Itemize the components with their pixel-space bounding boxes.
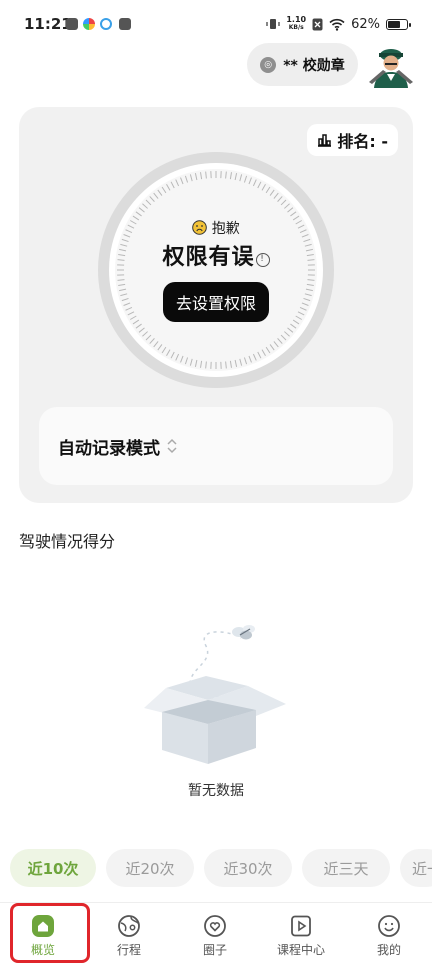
medal-icon: ◎ (260, 56, 277, 73)
chevron-up-down-icon (167, 438, 177, 454)
nav-label: 课程中心 (276, 943, 325, 957)
nav-label: 概览 (30, 943, 55, 957)
nav-item-mine[interactable]: 我的 (346, 903, 432, 964)
vibrate-icon (266, 19, 280, 29)
battery-percent: 62% (351, 16, 380, 32)
avatar[interactable] (368, 42, 414, 88)
heart-circle-icon (204, 915, 226, 937)
nav-label: 行程 (116, 943, 141, 957)
bottom-nav: 概览 行程 圈子 课程中心 我的 (0, 902, 432, 964)
filter-chip-last-3-days[interactable]: 近三天 (302, 849, 390, 887)
app-notification-icon (66, 18, 78, 30)
sim-icon (312, 18, 323, 30)
filter-chip-partial[interactable]: 近一 (400, 849, 432, 887)
sad-face-icon (192, 220, 208, 235)
rank-label: 排名: - (337, 132, 388, 151)
status-indicators: 1.10 KB/s 62% (266, 14, 411, 34)
smiley-icon (378, 915, 400, 937)
app-notification-icon (119, 18, 131, 30)
school-medal-button[interactable]: ◎ ** 校勋章 (247, 43, 358, 86)
filter-chip-last-20[interactable]: 近20次 (106, 849, 194, 887)
globe-pin-icon (118, 915, 140, 937)
go-set-permission-button[interactable]: 去设置权限 (163, 282, 269, 322)
nav-item-overview[interactable]: 概览 (0, 903, 86, 964)
info-icon[interactable]: ! (255, 253, 270, 267)
filter-chip-last-10[interactable]: 近10次 (10, 849, 96, 887)
status-time: 11:21 (24, 15, 72, 33)
permission-error-title: 权限有误! (19, 239, 413, 271)
app-notification-icon (83, 18, 95, 30)
sorry-message: 抱歉 (19, 218, 413, 238)
filter-chip-last-30[interactable]: 近30次 (204, 849, 292, 887)
nav-item-circle[interactable]: 圈子 (172, 903, 258, 964)
permission-error-text: 权限有误 (162, 245, 255, 270)
wifi-icon (329, 18, 345, 31)
home-icon (32, 915, 54, 937)
auto-record-mode-label: 自动记录模式 (58, 438, 160, 459)
nav-item-trips[interactable]: 行程 (86, 903, 172, 964)
driving-status-card: 排名: - 抱歉 权限有误! 去设置权限 自动记录模式 (19, 107, 413, 503)
nav-item-course-center[interactable]: 课程中心 (258, 903, 344, 964)
range-filter-chips: 近10次 近20次 近30次 近三天 近一 (10, 849, 432, 887)
empty-box-illustration (144, 625, 286, 764)
nav-label: 圈子 (202, 943, 227, 957)
network-speed: 1.10 KB/s (286, 15, 307, 32)
app-notification-icon (100, 18, 112, 30)
school-medal-label: ** 校勋章 (283, 57, 345, 74)
auto-record-mode-selector[interactable]: 自动记录模式 (39, 407, 393, 485)
sorry-text: 抱歉 (211, 221, 240, 237)
section-title: 驾驶情况得分 (19, 532, 116, 551)
nav-label: 我的 (376, 943, 401, 957)
bar-chart-icon (318, 134, 332, 147)
empty-state-text: 暂无数据 (188, 783, 244, 799)
battery-icon (386, 18, 411, 30)
play-square-icon (291, 915, 311, 937)
